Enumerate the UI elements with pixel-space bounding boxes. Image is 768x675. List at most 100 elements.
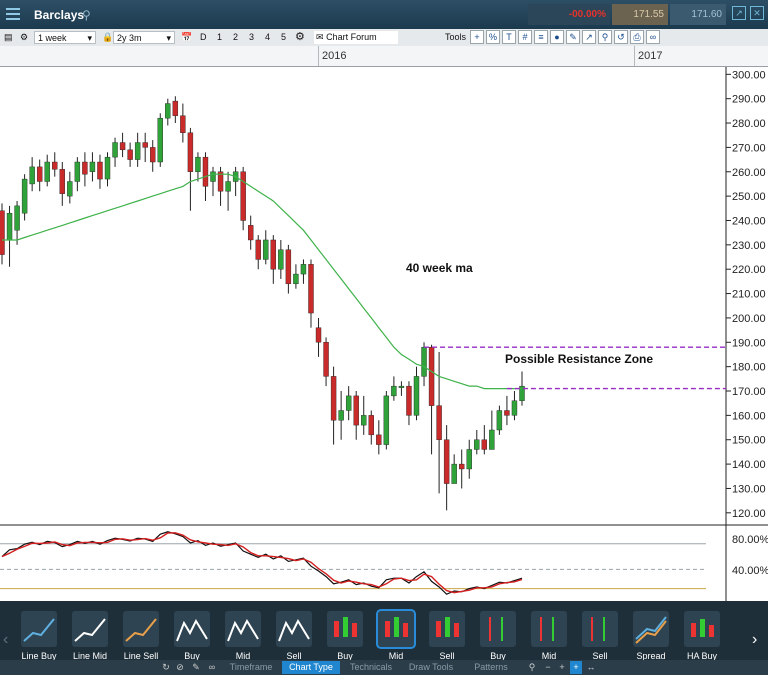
refresh-icon[interactable]: ↻ (160, 661, 172, 674)
mountain-chart-icon (174, 611, 210, 647)
price-tick-label: 230.00 (732, 240, 766, 252)
close-icon[interactable]: ✕ (750, 6, 764, 20)
zoom-out-icon[interactable]: − (542, 661, 554, 674)
link-icon[interactable]: ∞ (646, 30, 660, 44)
block-icon[interactable]: ⊘ (174, 661, 186, 674)
candle (278, 249, 284, 270)
chart-type-spread[interactable]: Spread (627, 611, 675, 661)
loop-icon[interactable]: ↺ (614, 30, 628, 44)
candle (112, 142, 118, 158)
pencil-icon[interactable]: ✎ (566, 30, 580, 44)
range-select[interactable]: 2y 3m ▾ (113, 31, 175, 44)
candle (74, 161, 81, 182)
chart-type-ohlc-sell[interactable]: Sell (576, 611, 624, 661)
bulb-icon[interactable]: ● (550, 30, 564, 44)
settings-gear-icon[interactable]: ⚙ (20, 31, 28, 44)
price-tick-label: 300.00 (732, 69, 766, 81)
price-tick-label: 150.00 (732, 435, 766, 447)
pencil-icon[interactable]: ✎ (190, 661, 202, 674)
candle (59, 169, 65, 194)
candle (240, 171, 246, 221)
candle (195, 156, 201, 172)
fibonacci-icon[interactable]: ≡ (534, 30, 548, 44)
candle (353, 395, 359, 426)
indicator-fast-line (1, 531, 523, 595)
link-icon[interactable]: ∞ (206, 661, 218, 674)
chart-type-ohlc-buy[interactable]: Buy (474, 611, 522, 661)
tab-technicals[interactable]: Technicals (342, 661, 400, 674)
chart-type-candle-sell[interactable]: Sell (423, 611, 471, 661)
calendar-icon[interactable]: 📅 (181, 31, 192, 44)
chart-type-line-sell[interactable]: Line Sell (117, 611, 165, 661)
day-button-3[interactable]: 3 (249, 31, 254, 44)
day-button-5[interactable]: 5 (281, 31, 286, 44)
candle (398, 385, 405, 388)
scroll-right-icon[interactable]: › (752, 631, 757, 649)
day-button-d[interactable]: D (200, 31, 207, 44)
chart-type-mountain-mid[interactable]: Mid (219, 611, 267, 661)
candle (134, 142, 141, 160)
chart-type-candle-buy[interactable]: Buy (321, 611, 369, 661)
printer-icon[interactable]: ⎙ (630, 30, 644, 44)
price-tick-label: 210.00 (732, 289, 766, 301)
tab-draw-tools[interactable]: Draw Tools (402, 661, 460, 674)
crosshair-icon[interactable]: + (470, 30, 484, 44)
price-tick-label: 160.00 (732, 410, 766, 422)
chart-type-mountain-buy[interactable]: Buy (168, 611, 216, 661)
candle (255, 239, 261, 260)
price-tick-label: 170.00 (732, 386, 766, 398)
crosshair-icon[interactable]: + (570, 661, 582, 674)
ohlc-bar-icon (531, 611, 567, 647)
price-chart[interactable]: 300.00 290.00 280.00 270.00 260.00 250.00 240.… (0, 67, 768, 601)
fit-icon[interactable]: ↔ (584, 661, 598, 674)
layout-icon[interactable]: ▤ (4, 31, 13, 44)
buy-price-button[interactable]: 171.60 (670, 4, 726, 25)
tab-patterns[interactable]: Patterns (462, 661, 520, 674)
tab-timeframe[interactable]: Timeframe (222, 661, 280, 674)
sell-price-button[interactable]: 171.55 (612, 4, 668, 25)
price-tick-label: 220.00 (732, 264, 766, 276)
zoom-icon[interactable]: ⚲ (526, 661, 538, 674)
candlestick-icon (376, 609, 416, 649)
pin-icon[interactable]: ⚲ (598, 30, 612, 44)
price-tick-label: 140.00 (732, 459, 766, 471)
day-button-2[interactable]: 2 (233, 31, 238, 44)
chart-toolbar: ▤ ⚙ 1 week ▾ 🔒 2y 3m ▾ 📅 D 1 2 3 4 5 ⚙ ✉ C… (0, 29, 768, 47)
price-tick-label: 190.00 (732, 337, 766, 349)
price-tick-label: 280.00 (732, 118, 766, 130)
candle (443, 439, 450, 484)
candle (82, 161, 88, 175)
candle (127, 149, 133, 160)
day-button-4[interactable]: 4 (265, 31, 270, 44)
candle (391, 385, 397, 397)
chart-type-line-buy[interactable]: Line Buy (15, 611, 63, 661)
line-chart-icon (123, 611, 159, 647)
grid-icon[interactable]: # (518, 30, 532, 44)
lock-icon[interactable]: 🔒 (102, 31, 113, 44)
year-label-2016: 2016 (322, 50, 347, 62)
chart-type-ha-buy[interactable]: HA Buy (678, 611, 726, 661)
hamburger-menu-icon[interactable] (4, 5, 22, 23)
chart-type-mountain-sell[interactable]: Sell (270, 611, 318, 661)
zoom-in-icon[interactable]: + (556, 661, 568, 674)
chart-type-ohlc-mid[interactable]: Mid (525, 611, 573, 661)
chart-settings-gear-icon[interactable]: ⚙ (295, 31, 305, 44)
text-icon[interactable]: T (502, 30, 516, 44)
tools-label: Tools (445, 32, 467, 42)
candle (247, 225, 254, 241)
day-button-1[interactable]: 1 (217, 31, 222, 44)
tab-chart-type[interactable]: Chart Type (282, 661, 340, 674)
chart-forum-button[interactable]: ✉ Chart Forum (314, 31, 398, 44)
candle (180, 115, 186, 133)
arrow-icon[interactable]: ↗ (582, 30, 596, 44)
chart-type-candle-mid[interactable]: Mid (372, 609, 420, 661)
candle (172, 100, 179, 116)
percent-icon[interactable]: % (486, 30, 500, 44)
indicator-tick-80: 80.00% (732, 534, 768, 546)
search-icon[interactable]: ⚲ (82, 8, 91, 22)
scroll-left-icon[interactable]: ‹ (3, 631, 8, 649)
chart-type-line-mid[interactable]: Line Mid (66, 611, 114, 661)
popout-icon[interactable]: ↗ (732, 6, 746, 20)
price-change: -00.00% (528, 4, 610, 25)
interval-select[interactable]: 1 week ▾ (34, 31, 96, 44)
